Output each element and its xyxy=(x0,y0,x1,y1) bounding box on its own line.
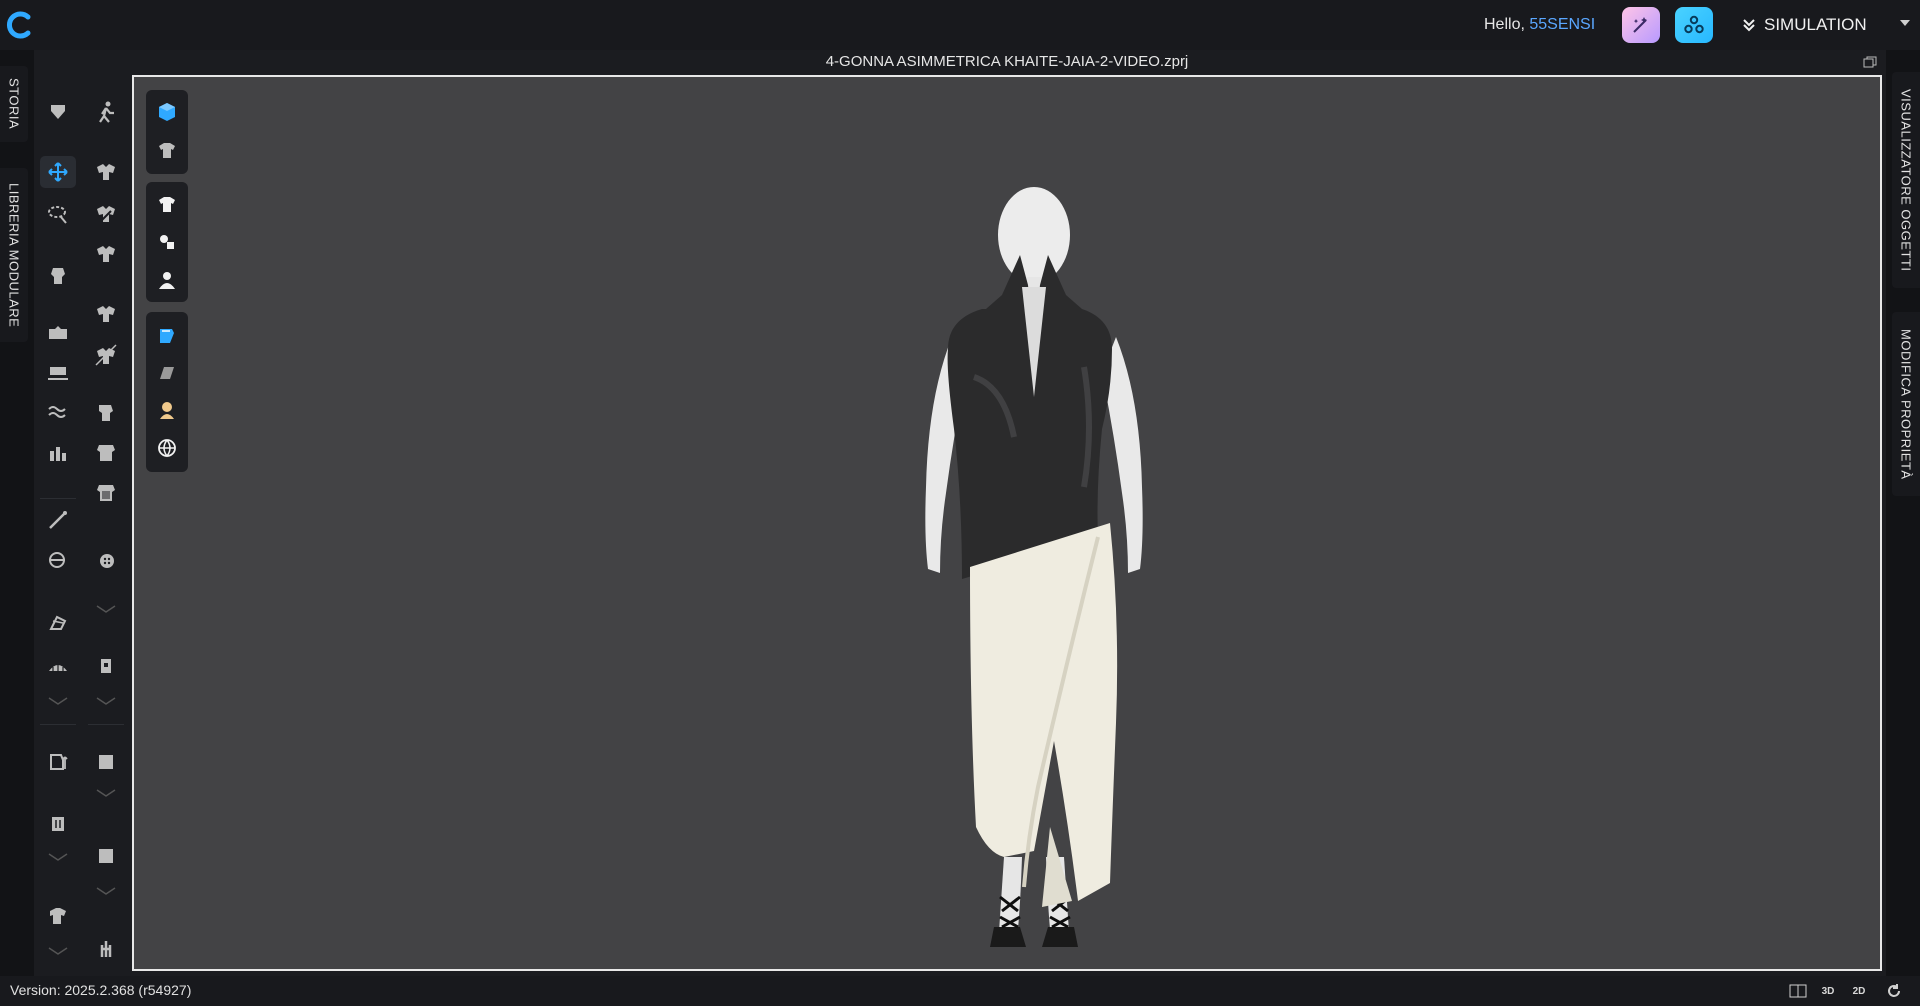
fabric-render-icon[interactable] xyxy=(153,320,181,348)
version-label: Version: 2025.2.368 (r54927) xyxy=(10,982,192,998)
left-panel-strip: STORIA LIBRERIA MODULARE xyxy=(0,50,34,980)
pieces-icon[interactable] xyxy=(153,228,181,256)
shirt-icon[interactable] xyxy=(153,190,181,218)
graphic-arrange-tool-icon[interactable] xyxy=(40,746,76,778)
greeting-text: Hello, xyxy=(1484,16,1530,33)
garment-fold-tool-icon[interactable] xyxy=(88,156,124,188)
texture-transform-tool-icon[interactable] xyxy=(40,808,76,840)
more-tools-chevron-icon[interactable] xyxy=(88,694,124,708)
double-chevron-down-icon xyxy=(1743,19,1755,32)
pattern-grid-tool-icon[interactable] xyxy=(88,436,124,468)
caret-down-icon[interactable] xyxy=(1900,20,1910,26)
tab-storia-label: STORIA xyxy=(6,78,22,130)
trim-tool-icon[interactable] xyxy=(40,544,76,576)
shirt-tool-icon[interactable] xyxy=(40,900,76,932)
more-tools-chevron-icon[interactable] xyxy=(40,850,76,864)
more-tools-chevron-icon[interactable] xyxy=(40,694,76,708)
connect-button[interactable] xyxy=(1675,7,1713,43)
view-toolbar-group xyxy=(146,90,188,174)
lasso-select-tool-icon[interactable] xyxy=(40,198,76,230)
puckering-tool-icon[interactable] xyxy=(40,606,76,638)
ai-assist-icon xyxy=(1633,17,1647,33)
tab-modifica-proprieta[interactable]: MODIFICA PROPRIETÀ xyxy=(1892,312,1920,496)
sew-tool-icon[interactable] xyxy=(88,298,124,330)
viewport-file-title: 4-GONNA ASIMMETRICA KHAITE-JAIA-2-VIDEO.… xyxy=(825,53,1189,70)
simulation-mode-selector[interactable]: SIMULATION xyxy=(1742,14,1867,36)
split-view-icon[interactable] xyxy=(1787,982,1809,1000)
right-panel-strip: VISUALIZZATORE OGGETTI MODIFICA PROPRIET… xyxy=(1886,50,1920,980)
strengthen-tool-icon[interactable] xyxy=(88,340,124,372)
garment-tuck-tool-icon[interactable] xyxy=(88,198,124,230)
avatar-garment-render xyxy=(925,187,1143,947)
hand-tool-icon[interactable] xyxy=(88,932,124,964)
view-toolbar-group xyxy=(146,182,188,302)
avatar-measure-tool-icon[interactable] xyxy=(40,436,76,468)
more-tools-chevron-icon[interactable] xyxy=(88,786,124,800)
refresh-icon[interactable] xyxy=(1883,982,1905,1000)
needle-tool-icon[interactable] xyxy=(40,504,76,536)
restore-window-icon[interactable] xyxy=(1863,55,1877,68)
view-2d-button[interactable]: 2D xyxy=(1848,982,1870,1000)
more-tools-chevron-icon[interactable] xyxy=(40,944,76,958)
avatar-pose-tool-icon[interactable] xyxy=(88,96,124,128)
ai-assist-button[interactable] xyxy=(1622,7,1660,43)
dress-form-tool-icon[interactable] xyxy=(40,260,76,292)
topstitch-tool-icon[interactable] xyxy=(88,840,124,872)
tab-modifica-label: MODIFICA PROPRIETÀ xyxy=(1898,328,1914,480)
fold-arrangement-tool-icon[interactable] xyxy=(40,316,76,348)
connect-icon xyxy=(1684,15,1704,34)
tab-libreria-modulare[interactable]: LIBRERIA MODULARE xyxy=(0,168,28,342)
tab-libreria-label: LIBRERIA MODULARE xyxy=(6,182,22,328)
checker-fabric-tool-icon[interactable] xyxy=(88,476,124,508)
tool-separator xyxy=(40,724,76,725)
texture-icon[interactable] xyxy=(153,358,181,386)
garment-solid-icon[interactable] xyxy=(153,136,181,164)
pocket-tool-icon[interactable] xyxy=(88,650,124,682)
garment-pin-tool-icon[interactable] xyxy=(88,238,124,270)
view-3d-button[interactable]: 3D xyxy=(1817,982,1839,1000)
simulation-label: SIMULATION xyxy=(1764,15,1867,34)
username[interactable]: 55SENSI xyxy=(1529,16,1595,33)
tab-visualizzatore-label: VISUALIZZATORE OGGETTI xyxy=(1898,88,1914,272)
more-tools-chevron-icon[interactable] xyxy=(88,602,124,616)
tool-palette xyxy=(36,62,132,982)
avatar-icon[interactable] xyxy=(153,266,181,294)
tool-separator xyxy=(40,498,76,499)
more-tools-chevron-icon[interactable] xyxy=(88,884,124,898)
zipper-tool-icon[interactable] xyxy=(40,650,76,682)
tab-storia[interactable]: STORIA xyxy=(0,66,28,142)
top-bar: Hello, 55SENSI SIMULATION xyxy=(0,0,1920,50)
tab-visualizzatore-oggetti[interactable]: VISUALIZZATORE OGGETTI xyxy=(1892,72,1920,288)
button-tool-icon[interactable] xyxy=(88,544,124,576)
move-tool-icon[interactable] xyxy=(40,156,76,188)
cube-view-icon[interactable] xyxy=(153,98,181,126)
greeting: Hello, 55SENSI xyxy=(1484,16,1595,34)
skin-icon[interactable] xyxy=(153,396,181,424)
tool-separator xyxy=(88,724,124,725)
globe-icon[interactable] xyxy=(153,434,181,462)
fabric-wind-tool-icon[interactable] xyxy=(40,396,76,428)
status-bar: Version: 2025.2.368 (r54927) xyxy=(0,976,1920,1006)
view-toolbar-group xyxy=(146,312,188,472)
clo-logo-icon[interactable] xyxy=(4,9,36,41)
graphic-tool-icon[interactable] xyxy=(88,746,124,778)
measure-tool-icon[interactable] xyxy=(40,356,76,388)
3d-viewport[interactable] xyxy=(132,75,1882,971)
simulation-pin-tool-icon[interactable] xyxy=(40,96,76,128)
garment-select-tool-icon[interactable] xyxy=(88,396,124,428)
